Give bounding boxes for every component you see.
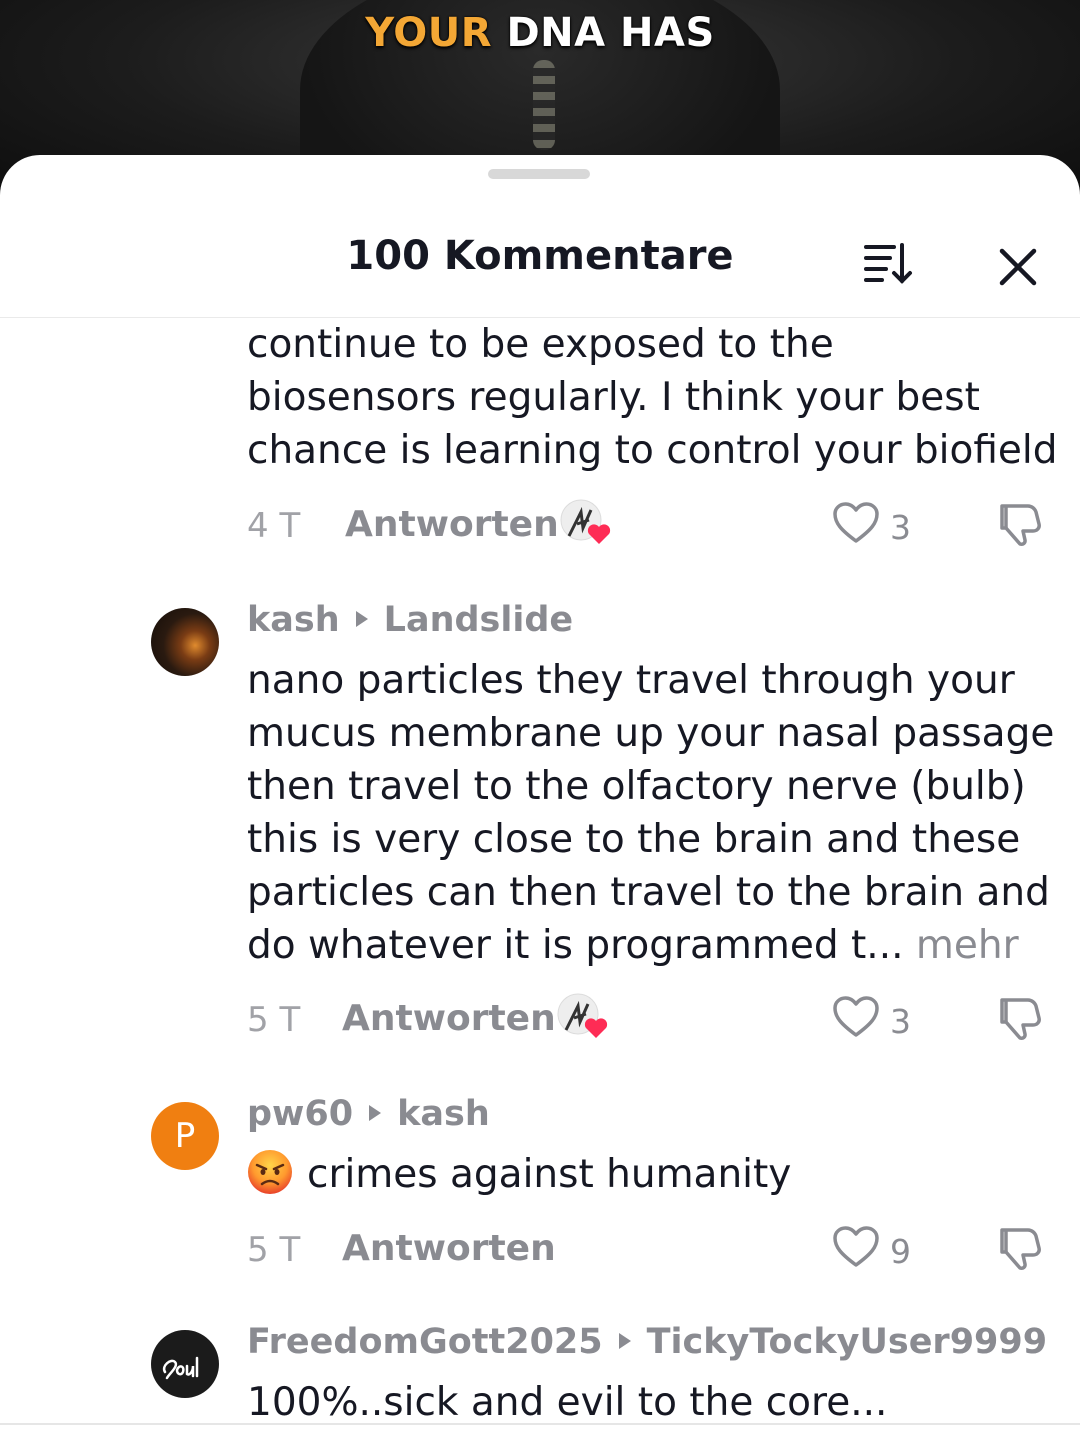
comment-text: nano particles they travel through your … xyxy=(247,654,1067,972)
video-caption: YOUR DNA HAS xyxy=(0,10,1080,56)
avatar-letter: P xyxy=(174,1116,196,1156)
heart-icon[interactable] xyxy=(831,500,881,546)
reply-button[interactable]: Antworten xyxy=(345,504,559,545)
video-caption-highlight: YOUR xyxy=(365,10,493,56)
comments-list[interactable]: continue to be exposed to the biosensors… xyxy=(0,318,1080,1428)
comment-time: 5 T xyxy=(247,1230,301,1270)
reply-to-username[interactable]: kash xyxy=(397,1094,490,1134)
drag-handle[interactable] xyxy=(488,169,590,179)
avatar[interactable] xyxy=(151,1330,219,1398)
close-button[interactable] xyxy=(990,237,1046,293)
comment-time: 5 T xyxy=(247,1000,301,1040)
comment-text: continue to be exposed to the biosensors… xyxy=(247,322,1058,473)
reply-to-username[interactable]: Landslide xyxy=(384,600,574,640)
like-count: 3 xyxy=(890,1002,911,1041)
sort-button[interactable] xyxy=(860,237,916,287)
comments-count-title: 100 Kommentare xyxy=(346,233,734,279)
heart-icon[interactable] xyxy=(831,1224,881,1270)
comment-body: crimes against humanity xyxy=(307,1152,792,1197)
close-icon xyxy=(999,248,1037,286)
comment-text: crimes against humanity xyxy=(247,1148,1067,1201)
like-count: 3 xyxy=(890,508,911,547)
comment-meta: 5 T Antworten 3 xyxy=(247,992,1047,1042)
reply-button[interactable]: Antworten xyxy=(342,998,556,1039)
username[interactable]: FreedomGott2025 xyxy=(247,1322,603,1362)
username[interactable]: kash xyxy=(247,600,340,640)
comment-meta: 4 T Antworten 3 xyxy=(247,498,1047,548)
bottom-divider xyxy=(0,1423,1080,1425)
reply-button[interactable]: Antworten xyxy=(342,1228,556,1269)
angry-face-emoji-icon xyxy=(248,1150,292,1194)
sort-icon xyxy=(864,243,912,284)
comment-text: 100%..sick and evil to the core... xyxy=(247,1380,888,1425)
username[interactable]: pw60 xyxy=(247,1094,353,1134)
comment-header: pw60 kash xyxy=(247,1094,490,1138)
comment-header: FreedomGott2025 TickyTockyUser9999 xyxy=(247,1322,1047,1366)
reply-arrow-icon xyxy=(369,1105,382,1121)
video-necklace xyxy=(533,60,555,150)
creator-liked-icon xyxy=(560,499,611,544)
more-link[interactable]: mehr xyxy=(916,923,1019,968)
video-caption-rest: DNA HAS xyxy=(506,10,715,56)
dislike-icon[interactable] xyxy=(994,1222,1044,1272)
avatar[interactable]: P xyxy=(151,1102,219,1170)
heart-icon[interactable] xyxy=(831,994,881,1040)
like-count: 9 xyxy=(890,1232,911,1271)
comment-time: 4 T xyxy=(247,506,301,546)
reply-to-username[interactable]: TickyTockyUser9999 xyxy=(647,1322,1047,1362)
comments-header: 100 Kommentare xyxy=(0,215,1080,318)
dislike-icon[interactable] xyxy=(994,992,1044,1042)
comment-body: nano particles they travel through your … xyxy=(247,658,1055,968)
reply-arrow-icon xyxy=(618,1333,631,1349)
creator-liked-icon xyxy=(557,993,608,1038)
comment-header: kash Landslide xyxy=(247,600,573,644)
comment-meta: 5 T Antworten 9 xyxy=(247,1222,1047,1272)
dislike-icon[interactable] xyxy=(994,498,1044,548)
reply-arrow-icon xyxy=(355,611,368,627)
comments-sheet: 100 Kommentare continue to be exposed to… xyxy=(0,155,1080,1439)
soul-logo-icon xyxy=(162,1356,199,1380)
avatar[interactable] xyxy=(151,608,219,676)
